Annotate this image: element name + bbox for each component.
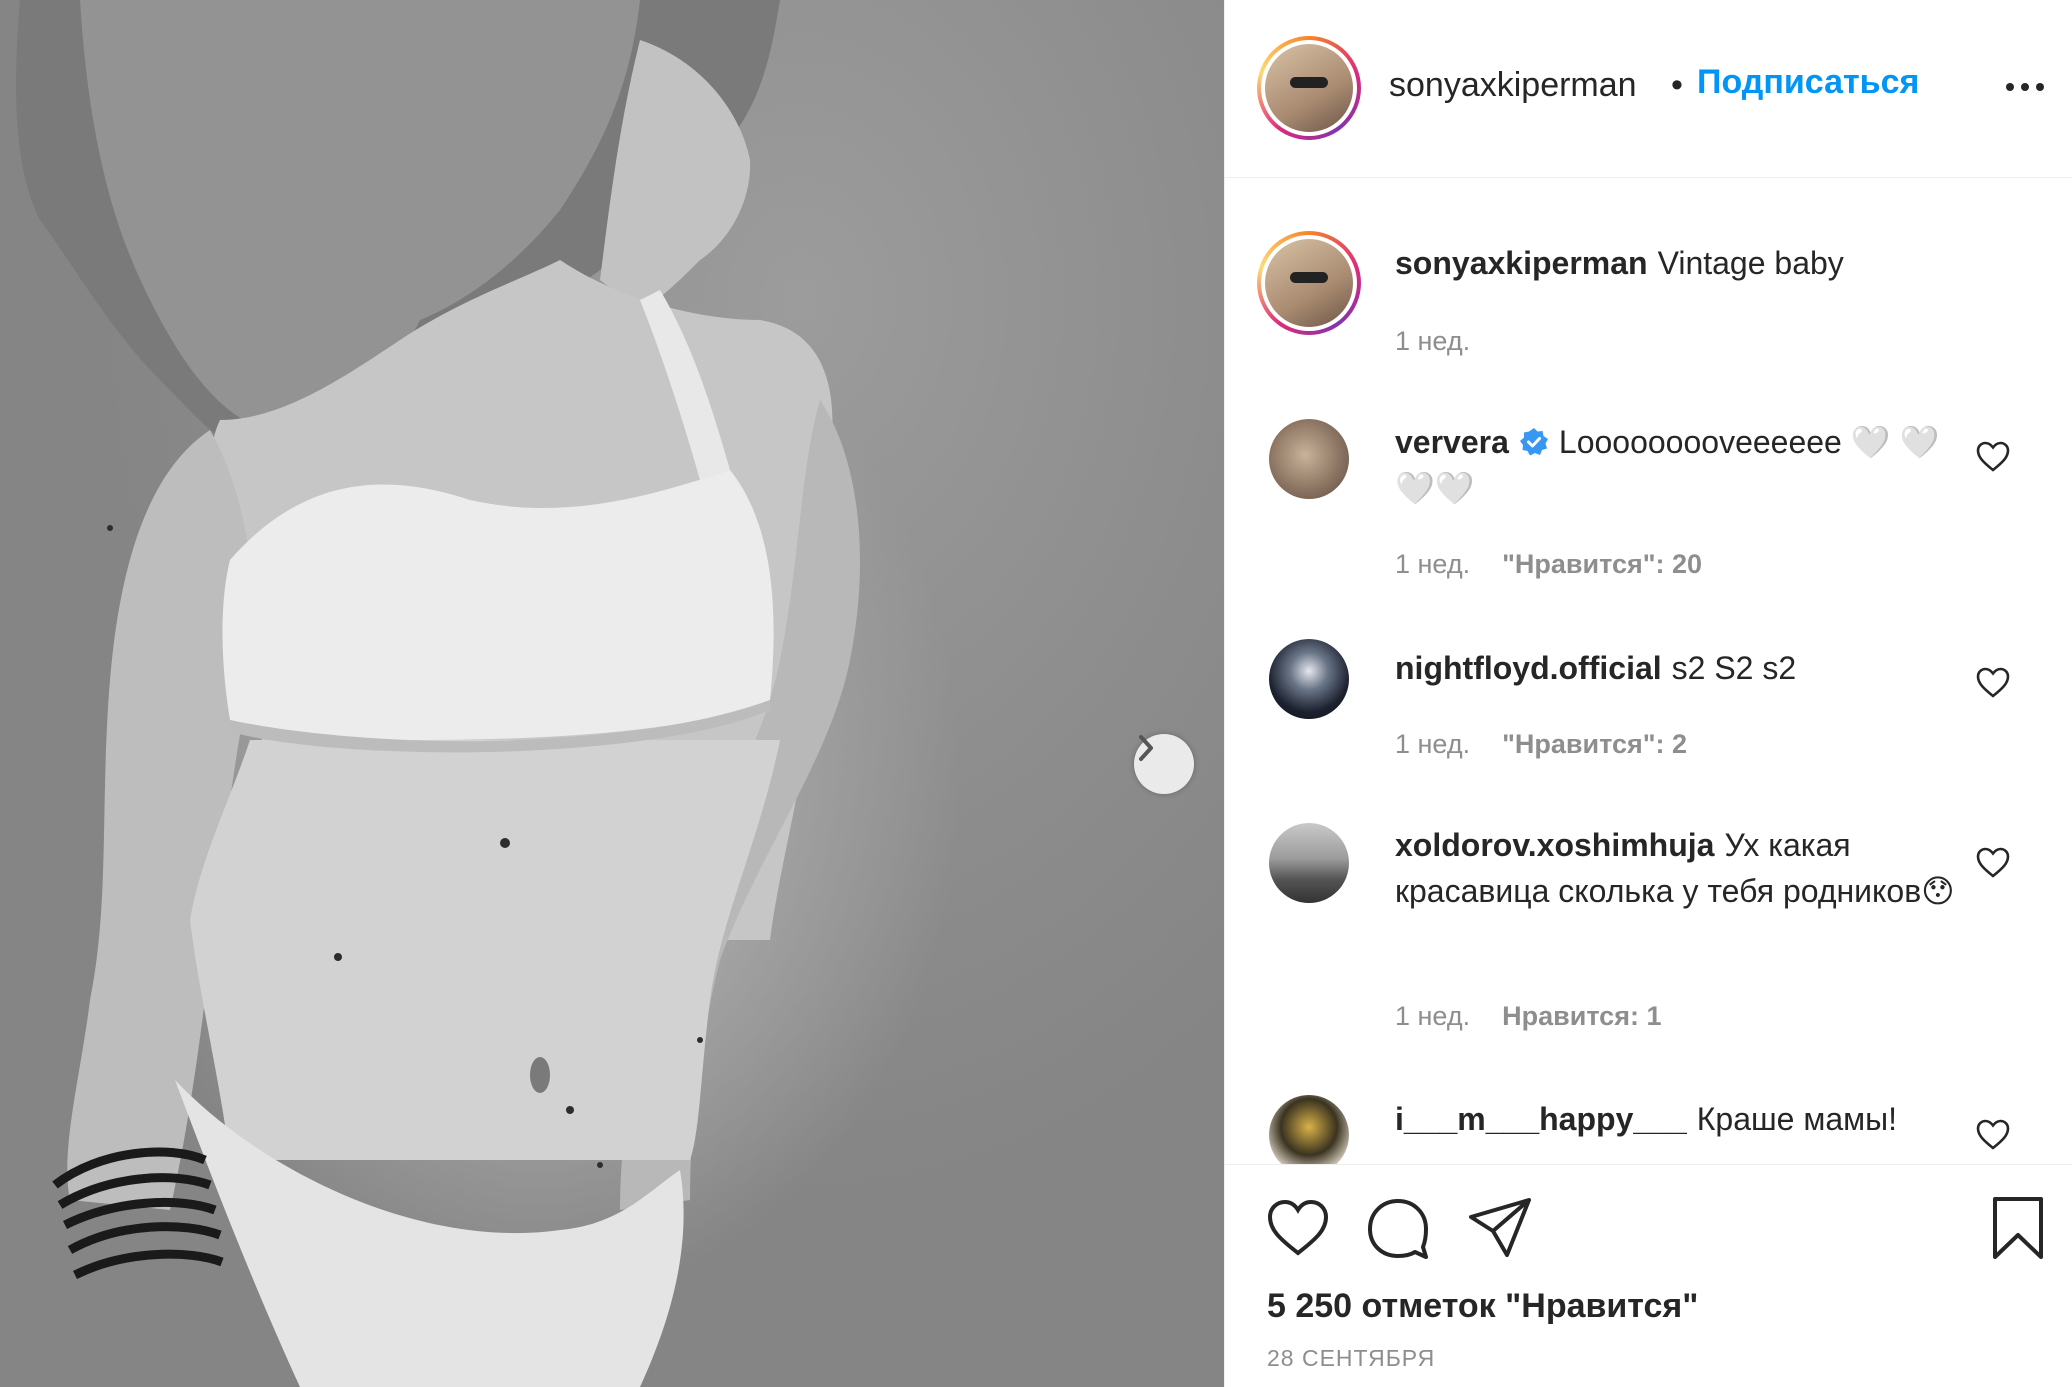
comment-text: xoldorov.xoshimhuja Ух какая красавица ск… (1395, 822, 1955, 914)
comment-username[interactable]: xoldorov.xoshimhuja (1395, 827, 1714, 863)
share-icon[interactable] (1467, 1195, 1533, 1261)
avatar-image (1265, 44, 1353, 132)
verified-badge-icon (1519, 428, 1548, 456)
commenter-avatar[interactable] (1269, 823, 1349, 903)
caption-body: Vintage baby (1657, 245, 1844, 281)
comment-like-heart-icon[interactable] (1975, 845, 2011, 881)
caption-time[interactable]: 1 нед. (1395, 326, 1470, 356)
heart-icon[interactable] (1265, 1195, 1331, 1261)
comments-list[interactable]: sonyaxkiperman Vintage baby 1 нед. verver… (1225, 179, 2072, 1164)
comment-likes[interactable]: Нравится: 1 (1502, 1001, 1661, 1031)
next-photo-button[interactable] (1134, 734, 1194, 794)
post-actions: 5 250 отметок "Нравится" 28 сентября (1225, 1164, 2072, 1387)
comment-time[interactable]: 1 нед. (1395, 549, 1470, 579)
comment-meta: 1 нед. "Нравится": 2 (1395, 729, 1687, 760)
comment-text: i___m___happy___ Краше мамы! (1395, 1096, 1955, 1142)
comment-like-heart-icon[interactable] (1975, 439, 2011, 475)
post-side-panel: sonyaxkiperman • Подписаться sonyaxkiper… (1224, 0, 2072, 1387)
comment-username[interactable]: nightfloyd.official (1395, 650, 1662, 686)
comment-body: Краше мамы! (1696, 1101, 1898, 1137)
chevron-right-icon (1139, 735, 1153, 761)
caption-avatar[interactable] (1257, 231, 1361, 335)
comment-meta: 1 нед. "Нравится": 20 (1395, 549, 1702, 580)
comment-likes[interactable]: "Нравится": 2 (1502, 729, 1687, 759)
author-username[interactable]: sonyaxkiperman (1389, 66, 1637, 105)
author-avatar[interactable] (1257, 36, 1361, 140)
comment-username[interactable]: ververa (1395, 424, 1509, 460)
more-options-button[interactable] (1995, 62, 2055, 112)
caption-text: sonyaxkiperman Vintage baby (1395, 240, 1955, 286)
commenter-avatar[interactable] (1269, 419, 1349, 499)
photo-illustration (16, 0, 860, 1387)
bookmark-icon[interactable] (1985, 1195, 2051, 1261)
more-horizontal-icon (2006, 83, 2044, 91)
comment-time[interactable]: 1 нед. (1395, 729, 1470, 759)
post-photo[interactable] (0, 0, 1224, 1387)
comment-like-heart-icon[interactable] (1975, 1117, 2011, 1153)
follow-button[interactable]: Подписаться (1697, 63, 1919, 102)
commenter-avatar[interactable] (1269, 1095, 1349, 1164)
header-separator: • (1671, 66, 1683, 104)
comment-icon[interactable] (1365, 1195, 1431, 1261)
likes-count[interactable]: 5 250 отметок "Нравится" (1267, 1287, 1698, 1326)
commenter-avatar[interactable] (1269, 639, 1349, 719)
comment-username[interactable]: i___m___happy___ (1395, 1101, 1687, 1137)
post-header: sonyaxkiperman • Подписаться (1225, 0, 2072, 178)
comment-like-heart-icon[interactable] (1975, 665, 2011, 701)
avatar-image (1265, 239, 1353, 327)
comment-text: nightfloyd.official s2 S2 s2 (1395, 645, 1955, 691)
comment-likes[interactable]: "Нравится": 20 (1502, 549, 1702, 579)
caption-meta: 1 нед. (1395, 326, 1470, 357)
post-date[interactable]: 28 сентября (1267, 1345, 1435, 1372)
comment-time[interactable]: 1 нед. (1395, 1001, 1470, 1031)
comment-meta: 1 нед. Нравится: 1 (1395, 1001, 1661, 1032)
comment-body: s2 S2 s2 (1671, 650, 1797, 686)
comment-text: ververa Looooooooveeeeee 🤍 🤍🤍🤍 (1395, 419, 1955, 511)
caption-username[interactable]: sonyaxkiperman (1395, 245, 1648, 281)
